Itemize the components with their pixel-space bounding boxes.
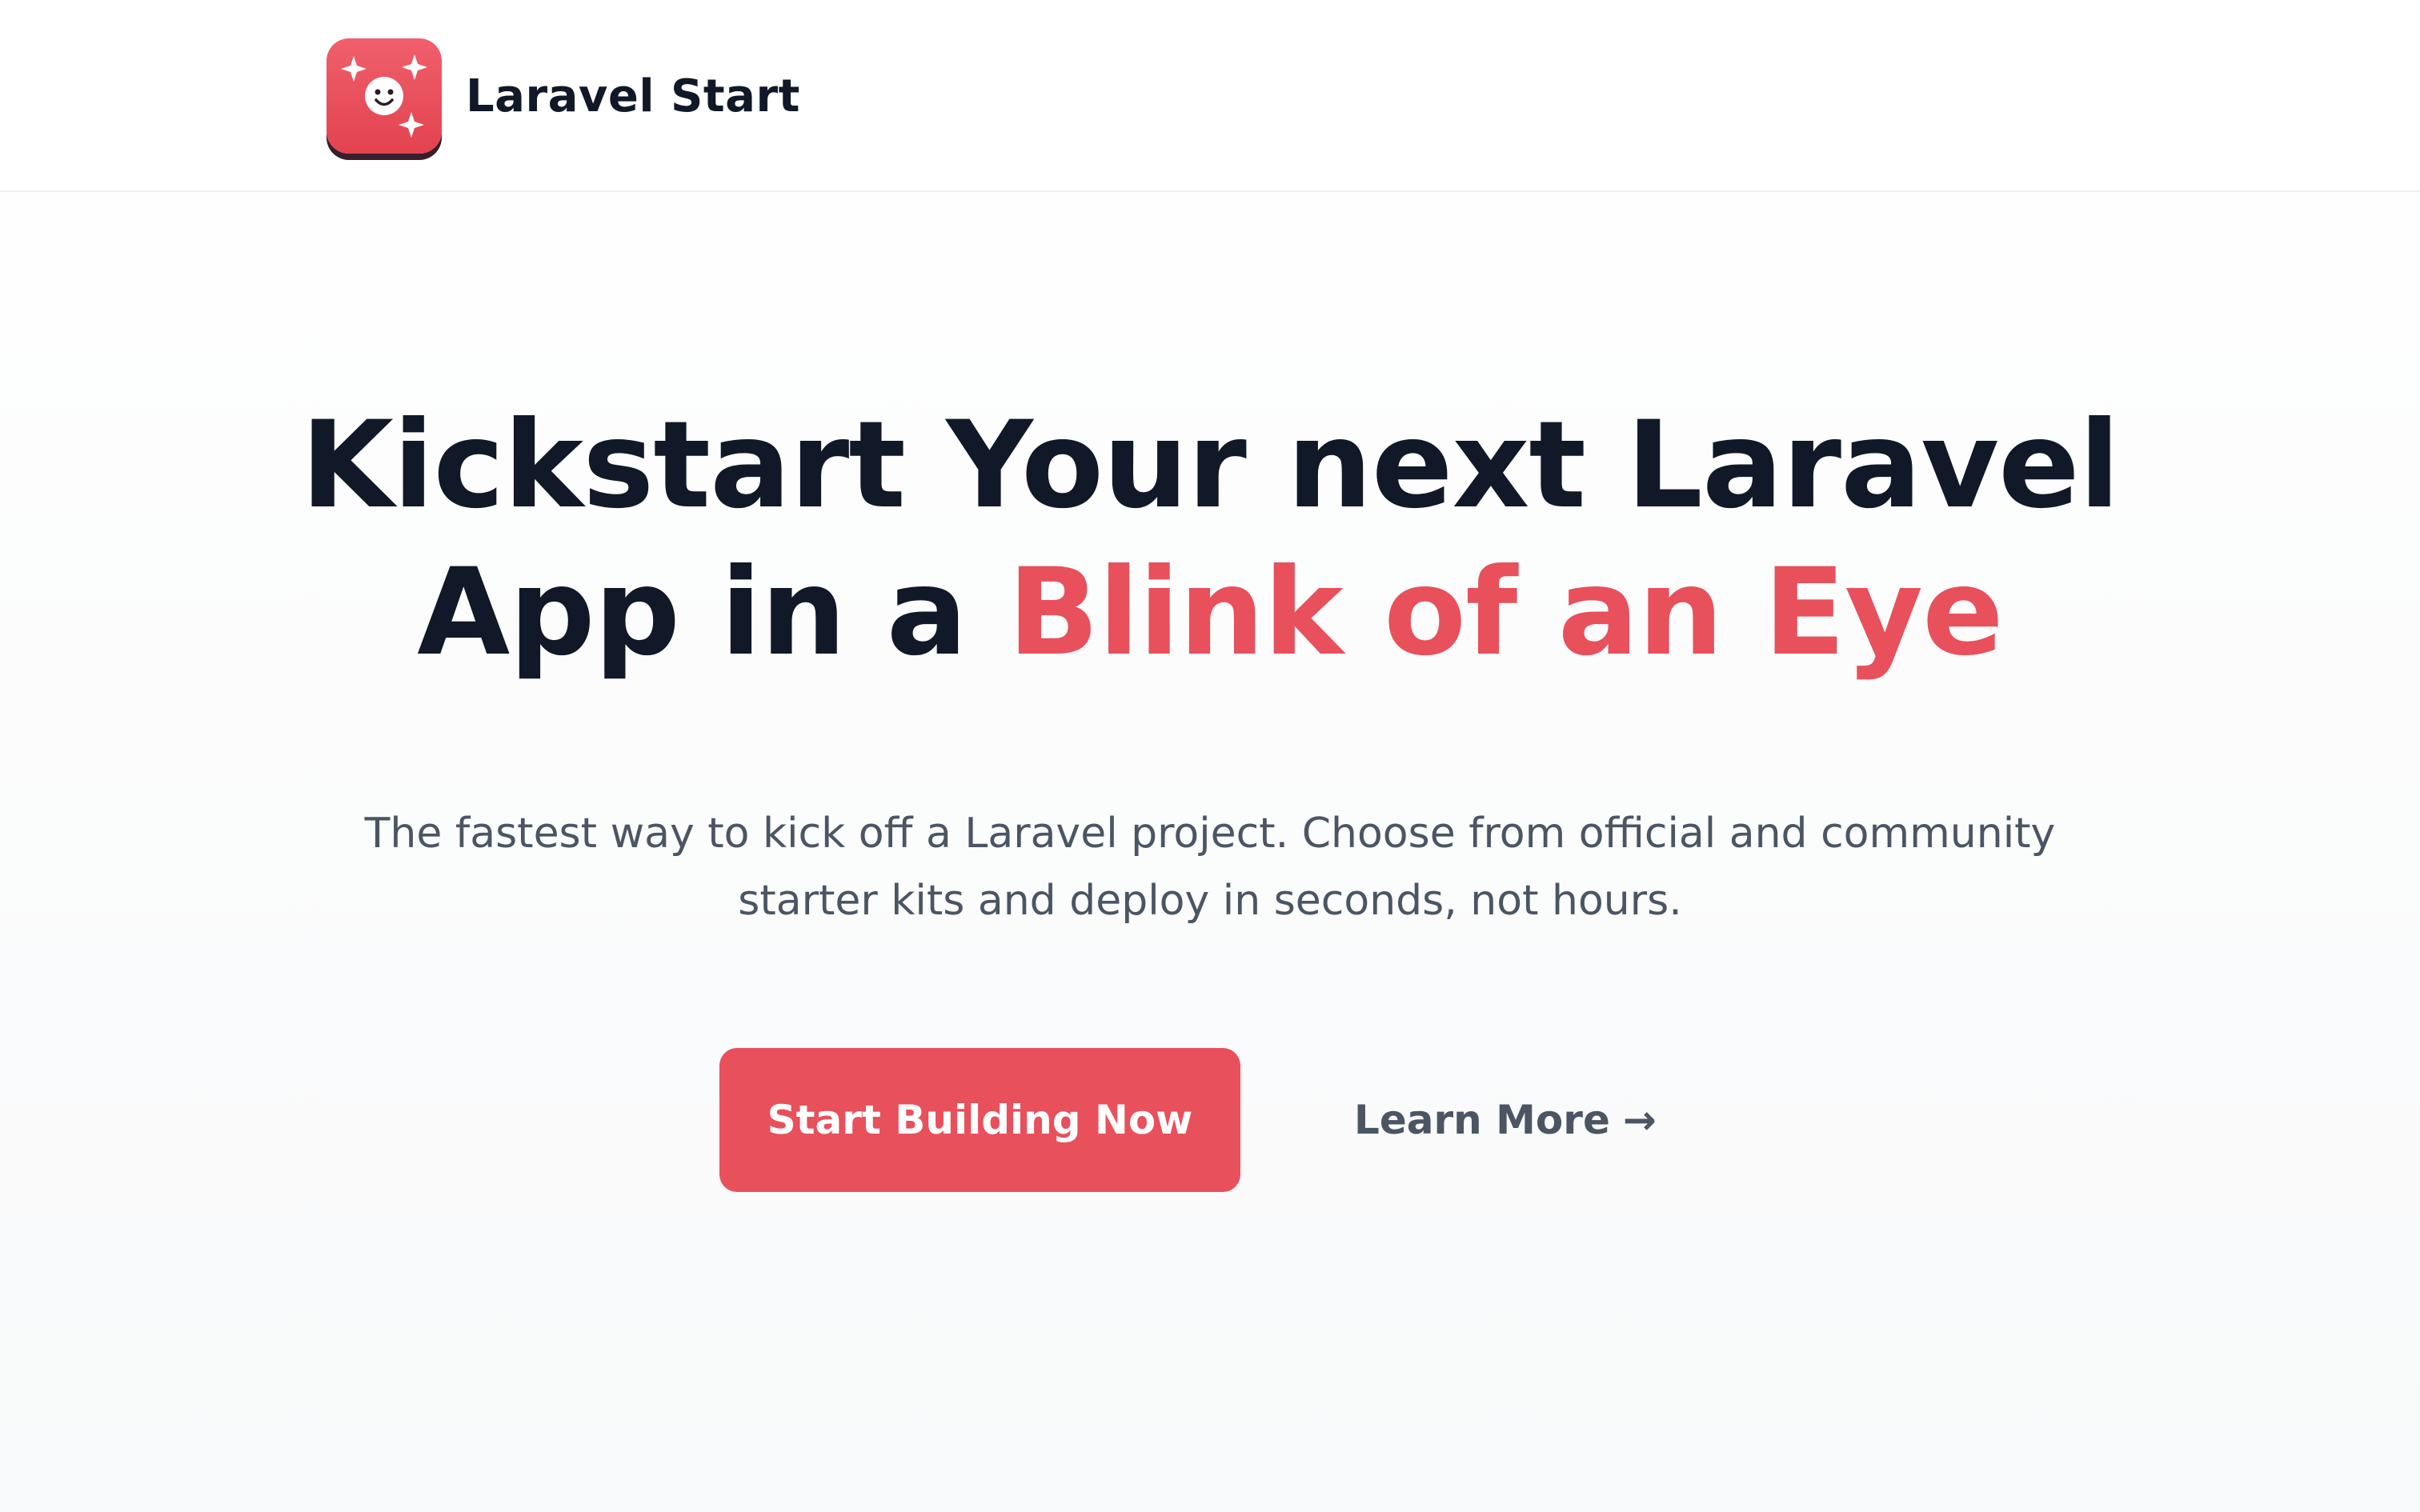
hero-headline: Kickstart Your next Laravel App in a Bli… <box>0 392 2420 686</box>
start-building-button[interactable]: Start Building Now <box>719 1048 1240 1192</box>
brand-home-link[interactable]: Laravel Start <box>327 38 800 154</box>
learn-more-label: Learn More <box>1354 1097 1610 1143</box>
arrow-right-icon: → <box>1622 1097 1657 1143</box>
sparkle-face-logo-icon <box>327 38 442 154</box>
hero-subheading: The fastest way to kick off a Laravel pr… <box>0 800 2420 934</box>
headline-accent: Blink of an Eye <box>1008 543 2004 682</box>
top-navigation-bar: Laravel Start <box>0 0 2420 192</box>
subheading-line-1: The fastest way to kick off a Laravel pr… <box>364 810 2056 858</box>
brand-name: Laravel Start <box>466 70 800 122</box>
headline-line-1: Kickstart Your next Laravel <box>300 396 2120 535</box>
subheading-line-2: starter kits and deploy in seconds, not … <box>738 877 1682 925</box>
learn-more-link[interactable]: Learn More → <box>1354 1048 1657 1192</box>
headline-line-2: App in a <box>417 543 1008 682</box>
hero-section: Kickstart Your next Laravel App in a Bli… <box>0 192 2420 1512</box>
hero-actions: Start Building Now Learn More → <box>0 1048 2420 1192</box>
